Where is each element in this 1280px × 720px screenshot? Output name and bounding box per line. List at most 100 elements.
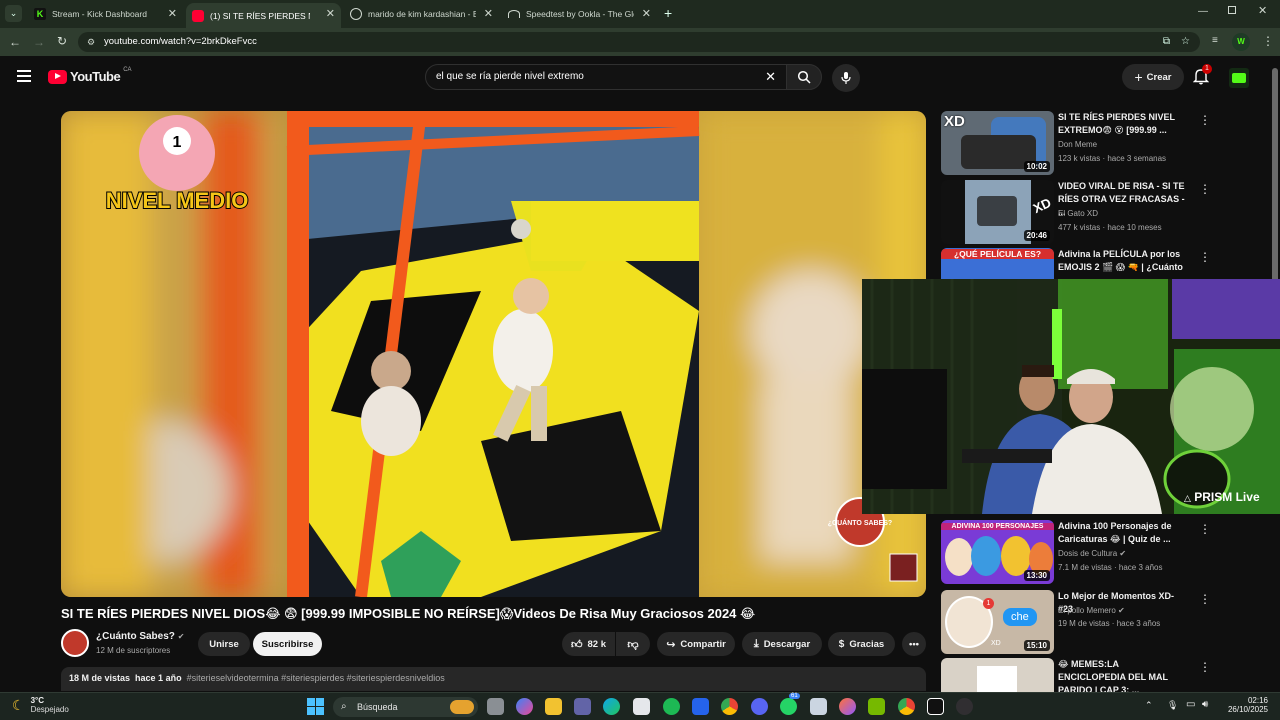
profile-avatar[interactable]: W <box>1232 33 1250 51</box>
video-thumbnail[interactable]: 1 che XD 15:10 <box>941 590 1054 654</box>
prism-live-watermark: △ PRISM Live <box>1184 490 1260 504</box>
account-avatar[interactable] <box>1229 68 1249 88</box>
recommendation-channel[interactable]: Dosis de Cultura ✔ <box>1058 549 1126 558</box>
network-icon[interactable]: ▭ <box>1186 699 1195 710</box>
thumbs-up-icon: 👍︎ <box>571 638 583 651</box>
description-box[interactable]: 18 M de vistas hace 1 año #siterieselvid… <box>61 667 926 691</box>
app-icon[interactable] <box>692 698 709 715</box>
thanks-button[interactable]: $ Gracias <box>828 632 895 656</box>
recommendation-channel[interactable]: Don Meme <box>1058 140 1097 149</box>
taskbar-search[interactable]: ⌕ Búsqueda <box>333 697 478 717</box>
forward-icon[interactable]: → <box>33 35 45 49</box>
subscribe-button[interactable]: Suscribirse <box>253 632 322 656</box>
close-window-button[interactable]: ✕ <box>1258 4 1267 17</box>
spotify-icon[interactable] <box>663 698 680 715</box>
video-duration: 10:02 <box>1023 161 1050 172</box>
like-button[interactable]: 👍︎ 82 k <box>562 632 615 656</box>
tray-chevron-icon[interactable]: ⌃ <box>1145 700 1153 711</box>
close-icon[interactable]: ✕ <box>168 7 177 20</box>
nvidia-icon[interactable] <box>868 698 885 715</box>
reload-icon[interactable]: ↻ <box>57 34 67 48</box>
create-button[interactable]: + Crear <box>1122 64 1184 90</box>
file-explorer-icon[interactable] <box>545 698 562 715</box>
site-info-icon[interactable]: ⚙ <box>87 32 95 52</box>
whatsapp-badge: 61 <box>789 693 800 699</box>
recommendation-item[interactable]: 1 che XD 15:10 Lo Mejor de Momentos XD- … <box>941 590 1261 654</box>
whatsapp-icon[interactable]: 61 <box>780 693 800 715</box>
browser-menu-icon[interactable]: ⋮ <box>1262 34 1274 48</box>
install-icon[interactable]: ⧉ <box>1163 32 1170 52</box>
tab-search-button[interactable]: ⌄ <box>5 5 22 22</box>
bookmark-star-icon[interactable]: ☆ <box>1181 32 1190 52</box>
more-options-icon[interactable]: ⋮ <box>1199 522 1211 536</box>
video-thumbnail[interactable] <box>941 658 1054 692</box>
app-icon[interactable] <box>810 698 827 715</box>
tab-bing-search[interactable]: marido de kim kardashian - Bu ✕ <box>344 3 499 25</box>
close-icon[interactable]: ✕ <box>326 7 335 20</box>
region-code: CA <box>123 66 132 73</box>
new-tab-button[interactable]: + <box>664 5 672 21</box>
volume-icon[interactable]: 🔊︎ <box>1202 699 1208 710</box>
more-options-icon[interactable]: ⋮ <box>1199 250 1211 264</box>
firefox-icon[interactable] <box>839 698 856 715</box>
teams-icon[interactable] <box>574 698 591 715</box>
webcam-feed <box>862 279 1280 514</box>
task-view-icon[interactable] <box>487 698 504 715</box>
more-options-icon[interactable]: ⋮ <box>1199 660 1211 674</box>
voice-search-button[interactable] <box>832 64 860 92</box>
close-icon[interactable]: ✕ <box>484 7 493 20</box>
hashtags[interactable]: #siterieselvideotermina #siteriespierdes… <box>187 673 445 683</box>
download-button[interactable]: ⤓ Descargar <box>742 632 822 656</box>
weather-widget[interactable]: ☾ 3°C Despejado <box>12 696 69 714</box>
video-thumbnail[interactable]: ¿QUÉ PELÍCULA ES? <box>941 248 1054 279</box>
video-thumbnail[interactable]: ADIVINA 100 PERSONAJES 13:30 <box>941 520 1054 584</box>
search-button[interactable] <box>786 64 822 90</box>
share-button[interactable]: ↪ Compartir <box>657 632 735 656</box>
clock[interactable]: 02:16 26/10/2025 <box>1222 696 1268 714</box>
svg-text:1: 1 <box>173 134 182 151</box>
search-icon: ⌕ <box>341 701 347 712</box>
clear-search-icon[interactable]: ✕ <box>765 65 776 89</box>
chrome-icon[interactable] <box>721 698 738 715</box>
discord-icon[interactable] <box>751 698 768 715</box>
recommendation-item[interactable]: ADIVINA 100 PERSONAJES 13:30 Adivina 100… <box>941 520 1261 584</box>
video-thumbnail[interactable]: XD 10:02 <box>941 111 1054 175</box>
recommendation-channel[interactable]: El pollo Memero ✔ <box>1058 606 1125 615</box>
microphone-tray-icon[interactable]: 🎙︎ <box>1167 700 1178 711</box>
join-button[interactable]: Unirse <box>198 632 250 656</box>
recommendation-item[interactable]: XD 10:02 SI TE RÍES PIERDES NIVEL EXTREM… <box>941 111 1261 175</box>
more-options-icon[interactable]: ⋮ <box>1199 592 1211 606</box>
chrome-profile-icon[interactable] <box>898 698 915 715</box>
edge-icon[interactable] <box>603 698 620 715</box>
tab-youtube-video[interactable]: (1) SI TE RÍES PIERDES NIVE ✕ <box>186 3 341 28</box>
search-input[interactable]: el que se ría pierde nivel extremo ✕ <box>425 64 787 90</box>
dislike-button[interactable]: 👎︎ <box>616 632 650 656</box>
video-player[interactable]: 1 NIVEL MEDIO ¿CUÁNTO SABES? <box>61 111 926 597</box>
hamburger-menu-icon[interactable] <box>17 70 31 82</box>
url-input[interactable]: ⚙ youtube.com/watch?v=2brkDkeFvcc ⧉ ☆ <box>78 32 1200 52</box>
more-options-icon[interactable]: ⋮ <box>1199 182 1211 196</box>
maximize-button[interactable] <box>1228 6 1236 14</box>
recommendation-channel[interactable]: El Gato XD <box>1058 209 1098 218</box>
close-icon[interactable]: ✕ <box>642 7 651 20</box>
channel-avatar[interactable] <box>61 629 89 657</box>
store-icon[interactable] <box>633 698 650 715</box>
minimize-button[interactable]: — <box>1198 6 1208 17</box>
tab-kick-dashboard[interactable]: K Stream - Kick Dashboard ✕ <box>28 3 183 25</box>
youtube-logo[interactable]: YouTube CA <box>48 66 132 84</box>
start-button[interactable] <box>307 698 324 715</box>
recommendation-item[interactable]: 😂 MEMES:LA ENCICLOPEDIA DEL MAL PARIDO |… <box>941 658 1261 692</box>
copilot-icon[interactable] <box>516 698 533 715</box>
channel-name[interactable]: ¿Cuánto Sabes? ✔ <box>96 631 184 642</box>
tab-speedtest[interactable]: Speedtest by Ookla - The Globa ✕ <box>502 3 657 25</box>
back-icon[interactable]: ← <box>9 35 21 49</box>
prism-icon[interactable] <box>927 698 944 715</box>
video-thumbnail[interactable]: XD 20:46 <box>941 180 1054 244</box>
notifications-button[interactable]: 1 <box>1193 64 1212 85</box>
video-duration: 15:10 <box>1023 640 1050 651</box>
more-options-icon[interactable]: ⋮ <box>1199 113 1211 127</box>
obs-icon[interactable] <box>956 698 973 715</box>
more-actions-button[interactable]: ••• <box>902 632 926 656</box>
reading-list-icon[interactable]: ≡ <box>1212 35 1218 46</box>
recommendation-item[interactable]: XD 20:46 VIDEO VIRAL DE RISA - SI TE RÍE… <box>941 180 1261 244</box>
